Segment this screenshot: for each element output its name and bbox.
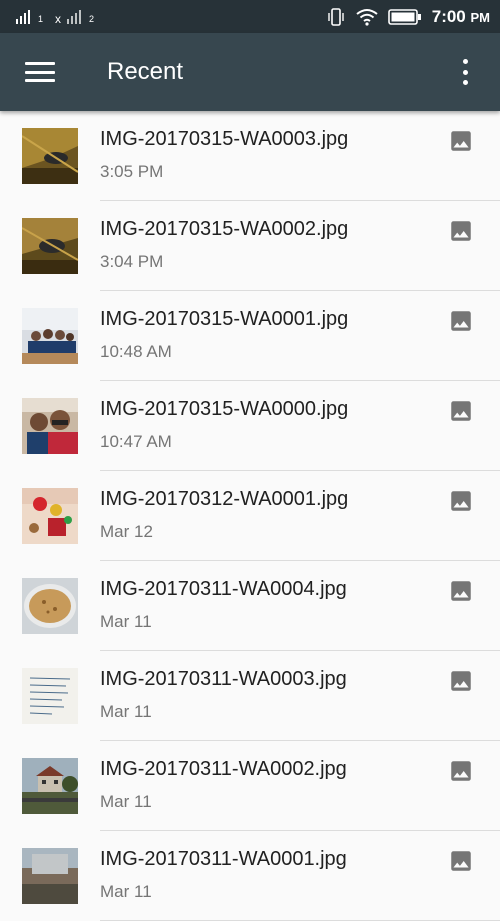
page-title: Recent (107, 58, 184, 85)
sim2-label: x (55, 11, 62, 26)
file-list-item[interactable]: IMG-20170312-WA0001.jpg Mar 12 (0, 471, 500, 561)
file-thumbnail (22, 398, 78, 454)
file-thumbnail (22, 578, 78, 634)
file-name: IMG-20170311-WA0003.jpg (100, 668, 347, 690)
image-icon (448, 848, 474, 874)
file-thumbnail (22, 488, 78, 544)
file-thumbnail (22, 218, 78, 274)
file-list-item[interactable]: IMG-20170315-WA0002.jpg 3:04 PM (0, 201, 500, 291)
status-bar: 1 x 2 7:00 PM (0, 0, 500, 33)
file-name: IMG-20170312-WA0001.jpg (100, 488, 349, 510)
file-name: IMG-20170315-WA0003.jpg (100, 128, 349, 150)
file-name: IMG-20170311-WA0001.jpg (100, 848, 347, 870)
file-date: Mar 11 (100, 702, 152, 721)
file-name: IMG-20170315-WA0000.jpg (100, 398, 349, 420)
vibrate-icon (328, 7, 344, 26)
file-date: Mar 11 (100, 792, 152, 811)
file-list-item[interactable]: IMG-20170315-WA0001.jpg 10:48 AM (0, 291, 500, 381)
file-list-item[interactable]: IMG-20170311-WA0002.jpg Mar 11 (0, 741, 500, 831)
more-vert-icon[interactable] (460, 59, 470, 85)
file-list-item[interactable]: IMG-20170315-WA0000.jpg 10:47 AM (0, 381, 500, 471)
file-date: Mar 12 (100, 522, 153, 541)
file-date: Mar 11 (100, 882, 152, 901)
file-name: IMG-20170315-WA0001.jpg (100, 308, 349, 330)
signal-icon (16, 9, 30, 24)
image-icon (448, 488, 474, 514)
image-icon (448, 128, 474, 154)
file-thumbnail (22, 128, 78, 184)
sim2-sub-label: 2 (89, 13, 95, 24)
signal-indicators: 1 x 2 (16, 9, 95, 26)
image-icon (448, 668, 474, 694)
file-thumbnail (22, 758, 78, 814)
file-date: 3:04 PM (100, 252, 164, 271)
file-name: IMG-20170311-WA0004.jpg (100, 578, 347, 600)
file-date: 10:48 AM (100, 342, 172, 361)
file-date: 10:47 AM (100, 432, 172, 451)
file-list-item[interactable]: IMG-20170311-WA0001.jpg Mar 11 (0, 831, 500, 921)
file-date: 3:05 PM (100, 162, 164, 181)
app-bar: Recent (0, 33, 500, 111)
image-icon (448, 758, 474, 784)
file-list: IMG-20170315-WA0003.jpg 3:05 PM IMG-201703… (0, 111, 500, 921)
image-icon (448, 398, 474, 424)
file-list-item[interactable]: IMG-20170315-WA0003.jpg 3:05 PM (0, 111, 500, 201)
file-name: IMG-20170315-WA0002.jpg (100, 218, 349, 240)
file-thumbnail (22, 848, 78, 904)
file-thumbnail (22, 668, 78, 724)
image-icon (448, 578, 474, 604)
signal-icon-sim2 (67, 9, 82, 24)
menu-icon[interactable] (25, 60, 55, 84)
image-icon (448, 218, 474, 244)
battery-icon (387, 8, 421, 25)
file-thumbnail (22, 308, 78, 364)
clock: 7:00 PM (431, 6, 490, 26)
file-name: IMG-20170311-WA0002.jpg (100, 758, 347, 780)
file-list-item[interactable]: IMG-20170311-WA0003.jpg Mar 11 (0, 651, 500, 741)
image-icon (448, 308, 474, 334)
sim1-label: 1 (38, 13, 44, 24)
file-date: Mar 11 (100, 612, 152, 631)
file-list-item[interactable]: IMG-20170311-WA0004.jpg Mar 11 (0, 561, 500, 651)
wifi-icon (356, 8, 378, 26)
